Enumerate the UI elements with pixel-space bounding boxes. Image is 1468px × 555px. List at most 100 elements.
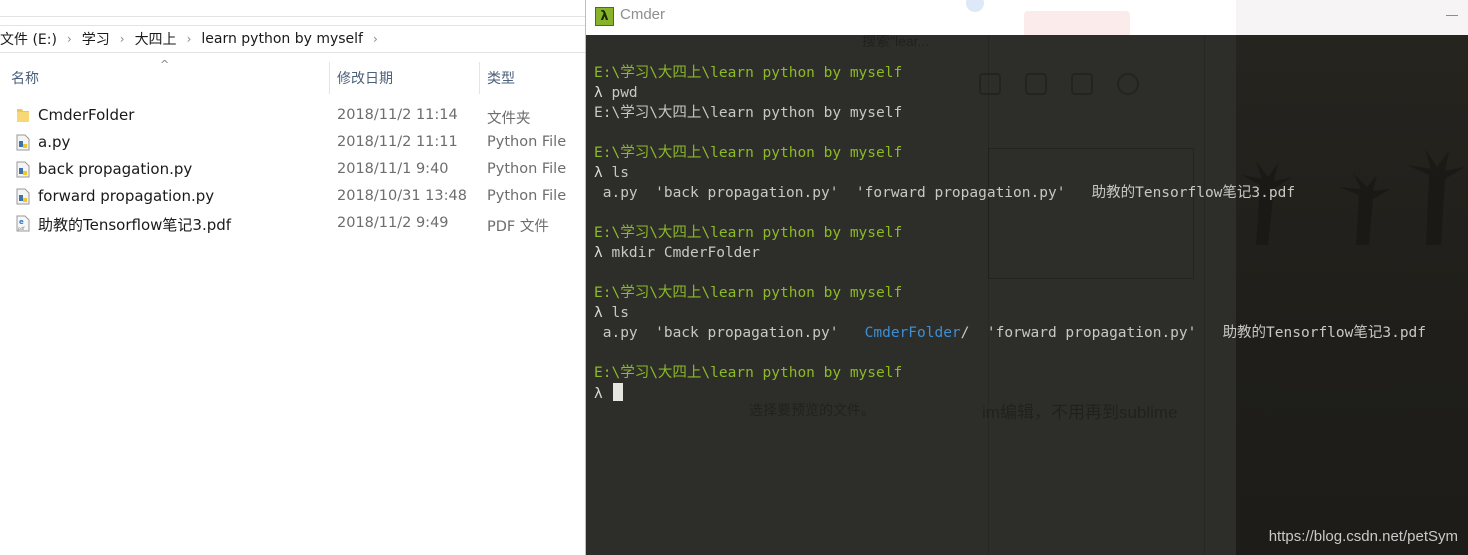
help-icon xyxy=(966,0,984,12)
command-text: mkdir CmderFolder xyxy=(611,245,760,261)
file-type: Python File xyxy=(487,134,567,150)
prompt-path-line: E:\学习\大四上\learn python by myself xyxy=(594,63,1468,83)
file-name: forward propagation.py xyxy=(38,187,215,205)
prompt-path: E:\学习\大四上\learn python by myself xyxy=(594,365,903,381)
breadcrumb-current-folder[interactable]: learn python by myself xyxy=(201,31,363,47)
ghost-preview-hint: 选择要预览的文件。 xyxy=(749,402,875,418)
address-bar[interactable]: 文件 (E:) › 学习 › 大四上 › learn python by mys… xyxy=(0,25,586,53)
cmder-lambda-icon: λ xyxy=(595,7,614,26)
cmder-window: λ Cmder 搜索"lear... 选择要预览的文件。 im编辑，不用再到su… xyxy=(585,0,1468,555)
pdf-file-icon: e pdf xyxy=(16,215,30,232)
python-file-icon xyxy=(16,188,30,205)
output-text: E:\学习\大四上\learn python by myself xyxy=(594,105,903,121)
ls-output-line: a.py 'back propagation.py' 'forward prop… xyxy=(594,183,1468,203)
prompt-path: E:\学习\大四上\learn python by myself xyxy=(594,145,903,161)
folder-icon xyxy=(17,109,29,122)
file-name: 助教的Tensorflow笔记3.pdf xyxy=(38,216,232,234)
lambda-prompt-icon: λ xyxy=(594,386,603,402)
column-divider[interactable] xyxy=(329,62,330,94)
column-divider[interactable] xyxy=(479,62,480,94)
terminal-output: E:\学习\大四上\learn python by myself λ pwd E:\… xyxy=(594,63,1468,403)
prompt-path-line: E:\学习\大四上\learn python by myself xyxy=(594,223,1468,243)
command-line: λ pwd xyxy=(594,83,1468,103)
breadcrumb-senior-year[interactable]: 大四上 xyxy=(135,29,177,49)
prompt-path-line: E:\学习\大四上\learn python by myself xyxy=(594,143,1468,163)
file-row[interactable]: back propagation.py 2018/11/1 9:40 Pytho… xyxy=(0,156,586,183)
file-type: 文件夹 xyxy=(487,111,531,127)
column-header-date[interactable]: 修改日期 xyxy=(337,62,393,94)
text-cursor xyxy=(613,383,624,401)
chevron-right-icon[interactable]: › xyxy=(373,32,378,46)
prompt-path-line: E:\学习\大四上\learn python by myself xyxy=(594,363,1468,383)
file-date: 2018/11/2 11:14 xyxy=(337,107,458,123)
column-header-row: ^ 名称 修改日期 类型 xyxy=(0,58,586,94)
python-file-icon xyxy=(16,134,30,151)
ls-entry: 'forward propagation.py' xyxy=(855,185,1092,201)
minimize-button[interactable] xyxy=(1446,10,1460,20)
column-header-type[interactable]: 类型 xyxy=(487,62,515,94)
file-date: 2018/10/31 13:48 xyxy=(337,188,467,204)
ls-entry: / xyxy=(960,325,987,341)
column-header-name[interactable]: 名称 xyxy=(11,62,39,94)
file-type: Python File xyxy=(487,161,567,177)
lambda-prompt-icon: λ xyxy=(594,85,603,101)
file-row[interactable]: forward propagation.py 2018/10/31 13:48 … xyxy=(0,183,586,210)
file-name: a.py xyxy=(38,133,71,151)
ribbon-strip xyxy=(0,0,586,17)
file-type: Python File xyxy=(487,188,567,204)
file-row[interactable]: e pdf 助教的Tensorflow笔记3.pdf 2018/11/2 9:4… xyxy=(0,210,586,237)
prompt-path: E:\学习\大四上\learn python by myself xyxy=(594,225,903,241)
file-name: back propagation.py xyxy=(38,160,193,178)
command-text: ls xyxy=(611,305,629,321)
ls-entry: 助教的Tensorflow笔记3.pdf xyxy=(1222,325,1427,341)
desktop: 文件 (E:) › 学习 › 大四上 › learn python by mys… xyxy=(0,0,1468,555)
ls-entry: 'back propagation.py' xyxy=(655,325,865,341)
lambda-prompt-icon: λ xyxy=(594,245,603,261)
lambda-prompt-icon: λ xyxy=(594,165,603,181)
file-type: PDF 文件 xyxy=(487,219,549,235)
file-row[interactable]: a.py 2018/11/2 11:11 Python File xyxy=(0,129,586,156)
file-list: CmderFolder 2018/11/2 11:14 文件夹 a.py 201… xyxy=(0,102,586,237)
ls-entry: 助教的Tensorflow笔记3.pdf xyxy=(1091,185,1296,201)
chevron-right-icon[interactable]: › xyxy=(67,32,72,46)
lambda-prompt-icon: λ xyxy=(594,305,603,321)
cmder-titlebar[interactable]: λ Cmder xyxy=(586,0,1468,55)
file-date: 2018/11/1 9:40 xyxy=(337,161,449,177)
command-line: λ ls xyxy=(594,163,1468,183)
prompt-path: E:\学习\大四上\learn python by myself xyxy=(594,65,903,81)
command-line: λ mkdir CmderFolder xyxy=(594,243,1468,263)
ls-output-line: a.py 'back propagation.py' CmderFolder/ … xyxy=(594,323,1468,343)
chevron-right-icon[interactable]: › xyxy=(187,32,192,46)
breadcrumb-drive[interactable]: 文件 (E:) xyxy=(0,29,57,49)
ls-entry: 'forward propagation.py' xyxy=(986,325,1223,341)
ls-entry: a.py xyxy=(594,185,656,201)
input-line: λ xyxy=(594,383,1468,403)
window-title: Cmder xyxy=(620,6,666,23)
command-line: λ ls xyxy=(594,303,1468,323)
svg-text:pdf: pdf xyxy=(18,226,25,231)
file-explorer-window: 文件 (E:) › 学习 › 大四上 › learn python by mys… xyxy=(0,0,586,555)
background-ghost-region xyxy=(1236,0,1468,35)
ls-directory-entry: CmderFolder xyxy=(864,325,961,341)
terminal-area[interactable]: 搜索"lear... 选择要预览的文件。 im编辑，不用再到sublime E:… xyxy=(586,35,1468,555)
ls-entry: 'back propagation.py' xyxy=(655,185,856,201)
sort-ascending-icon: ^ xyxy=(160,58,170,71)
file-name: CmderFolder xyxy=(38,106,135,124)
breadcrumb-study[interactable]: 学习 xyxy=(82,29,110,49)
output-line: E:\学习\大四上\learn python by myself xyxy=(594,103,1468,123)
command-text: pwd xyxy=(611,85,638,101)
prompt-path-line: E:\学习\大四上\learn python by myself xyxy=(594,283,1468,303)
svg-text:e: e xyxy=(19,218,24,226)
chevron-right-icon[interactable]: › xyxy=(120,32,125,46)
file-date: 2018/11/2 11:11 xyxy=(337,134,458,150)
watermark: https://blog.csdn.net/petSym xyxy=(1268,528,1458,545)
python-file-icon xyxy=(16,161,30,178)
ls-entry: a.py xyxy=(594,325,656,341)
file-row[interactable]: CmderFolder 2018/11/2 11:14 文件夹 xyxy=(0,102,586,129)
ghost-search-placeholder: 搜索"lear... xyxy=(862,35,930,49)
file-date: 2018/11/2 9:49 xyxy=(337,215,449,231)
